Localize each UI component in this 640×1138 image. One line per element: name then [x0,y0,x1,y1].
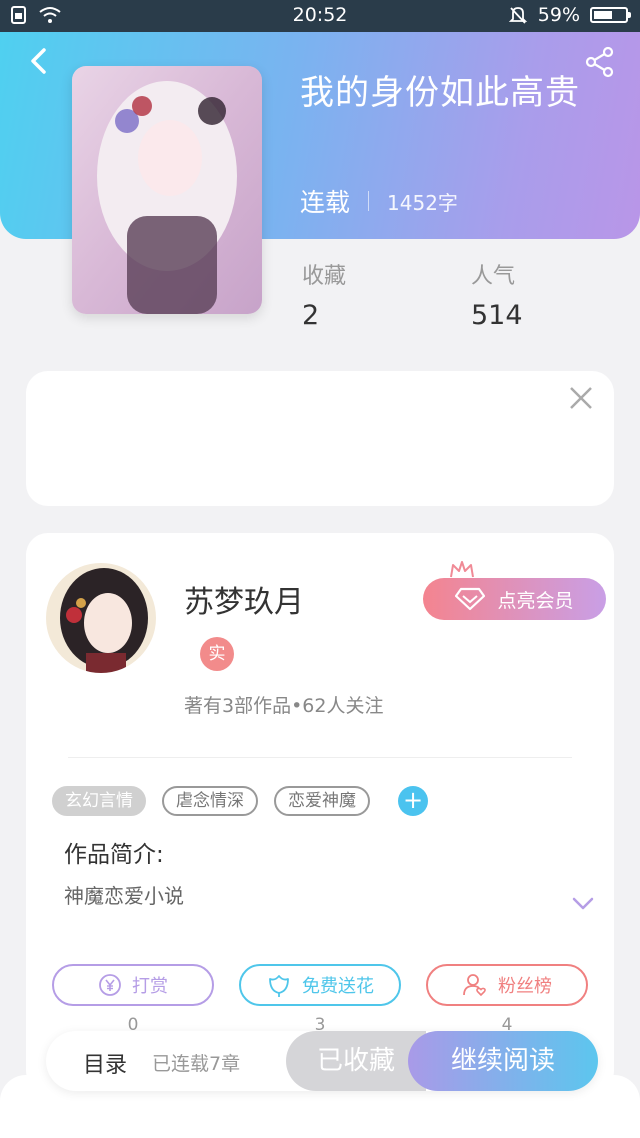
author-stats: 著有3部作品•62人关注 [184,695,384,717]
book-cover-image[interactable] [72,66,262,314]
word-count: 1452字 [387,190,458,215]
vip-button-label: 点亮会员 [497,589,574,612]
fan-ranking-label: 粉丝榜 [498,976,552,997]
send-flower-button[interactable]: 免费送花 [239,964,401,1006]
author-name[interactable]: 苏梦玖月 [184,577,304,621]
fan-icon [463,974,486,997]
vip-button[interactable]: 点亮会员 [423,578,606,620]
toc-button[interactable]: 目录 [83,1047,127,1079]
diamond-icon [455,587,486,611]
status-right-icons: 59% [508,4,631,26]
mute-bell-icon [508,7,527,24]
stat-value: 514 [471,300,523,331]
flower-icon [269,975,289,997]
chapter-count: 已连载7章 [152,1053,241,1075]
tip-button[interactable]: 打赏 [52,964,214,1006]
meta-divider [368,191,370,211]
back-icon[interactable] [22,44,56,78]
author-avatar[interactable] [46,563,156,673]
stat-popularity: 人气 514 [471,258,523,331]
verified-badge: 实 [200,637,234,671]
stat-value: 2 [302,300,320,331]
tag[interactable]: 玄幻言情 [52,786,146,816]
stat-favorites: 收藏 2 [302,258,346,331]
stat-label: 人气 [471,264,516,289]
intro-title: 作品简介: [64,842,164,868]
add-tag-icon[interactable]: + [398,786,428,816]
author-card: 苏梦玖月 实 著有3部作品•62人关注 点亮会员 玄幻言情 虐念情深 恋爱神魔 … [26,533,614,1093]
tip-label: 打赏 [132,976,168,997]
tag[interactable]: 恋爱神魔 [274,786,370,816]
chevron-down-icon[interactable] [572,897,594,911]
battery-icon [590,7,631,23]
book-status: 连载 [300,188,351,217]
status-bar: 20:52 59% [0,0,640,32]
tag[interactable]: 虐念情深 [162,786,258,816]
stat-label: 收藏 [302,264,347,289]
intro-text: 神魔恋爱小说 [64,884,184,908]
yen-icon [99,974,121,996]
continue-reading-button[interactable]: 继续阅读 [408,1031,598,1091]
tag-list: 玄幻言情 虐念情深 恋爱神魔 + [52,786,428,816]
book-meta: 连载 1452字 [300,183,458,219]
collected-button[interactable]: 已收藏 [286,1031,426,1091]
bottom-action-bar: 目录 已连载7章 已收藏 继续阅读 [46,1031,598,1091]
close-icon[interactable] [568,385,594,411]
battery-percent: 59% [537,4,580,26]
fan-ranking-button[interactable]: 粉丝榜 [426,964,588,1006]
ad-card [26,371,614,506]
divider [68,757,572,758]
book-title: 我的身份如此高贵 [300,73,580,113]
send-flower-label: 免费送花 [302,976,374,997]
